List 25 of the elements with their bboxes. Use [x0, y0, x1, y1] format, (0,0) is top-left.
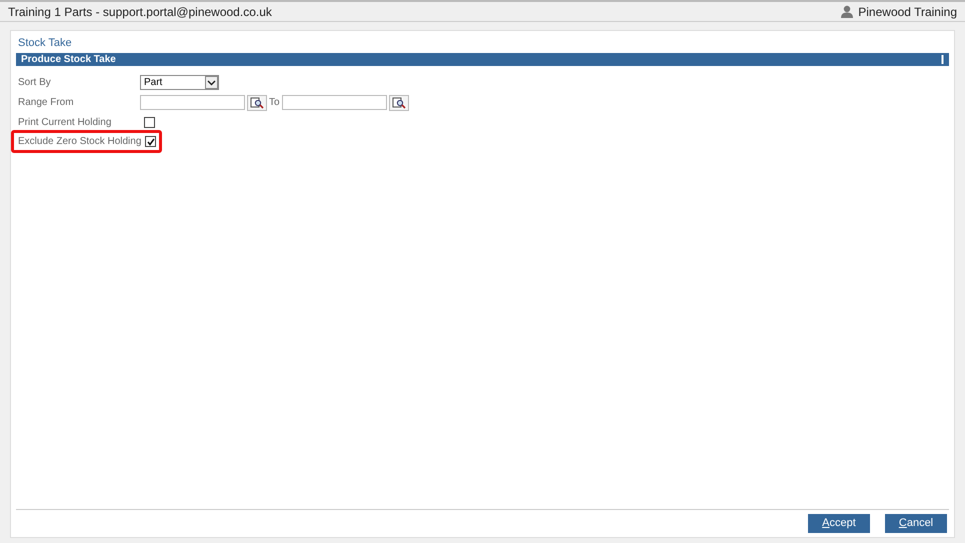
range-from-field[interactable] — [140, 95, 245, 110]
field-label: Range From — [18, 96, 75, 110]
dialog-button[interactable]: Cancel — [885, 514, 947, 533]
search-icon — [392, 96, 406, 108]
field-label: To — [269, 96, 280, 110]
section-title: Produce Stock Take — [21, 54, 116, 64]
chevron-down-icon — [205, 76, 218, 88]
lookup-button[interactable] — [247, 94, 267, 110]
lookup-button[interactable] — [388, 94, 409, 110]
check-icon — [146, 138, 155, 146]
scroll-mark-icon — [941, 55, 944, 64]
search-icon — [250, 96, 264, 108]
user-icon — [841, 5, 854, 18]
field-label: Print Current Holding — [18, 116, 112, 130]
field-label: Exclude Zero Stock Holding — [18, 135, 142, 149]
dialog-button[interactable]: Accept — [808, 514, 870, 533]
page-title: Stock Take — [18, 36, 72, 52]
range-to-field[interactable] — [282, 95, 387, 110]
sort-dropdown[interactable]: Part — [140, 74, 219, 90]
field-label: Sort By — [18, 76, 52, 90]
checkbox[interactable] — [144, 117, 155, 128]
checkbox[interactable] — [145, 136, 156, 147]
window-title: Training 1 Parts - support.portal@pinewood.co.uk — [8, 4, 272, 20]
user-name: Pinewood Training — [858, 4, 957, 20]
dropdown-value: Part — [143, 76, 162, 90]
